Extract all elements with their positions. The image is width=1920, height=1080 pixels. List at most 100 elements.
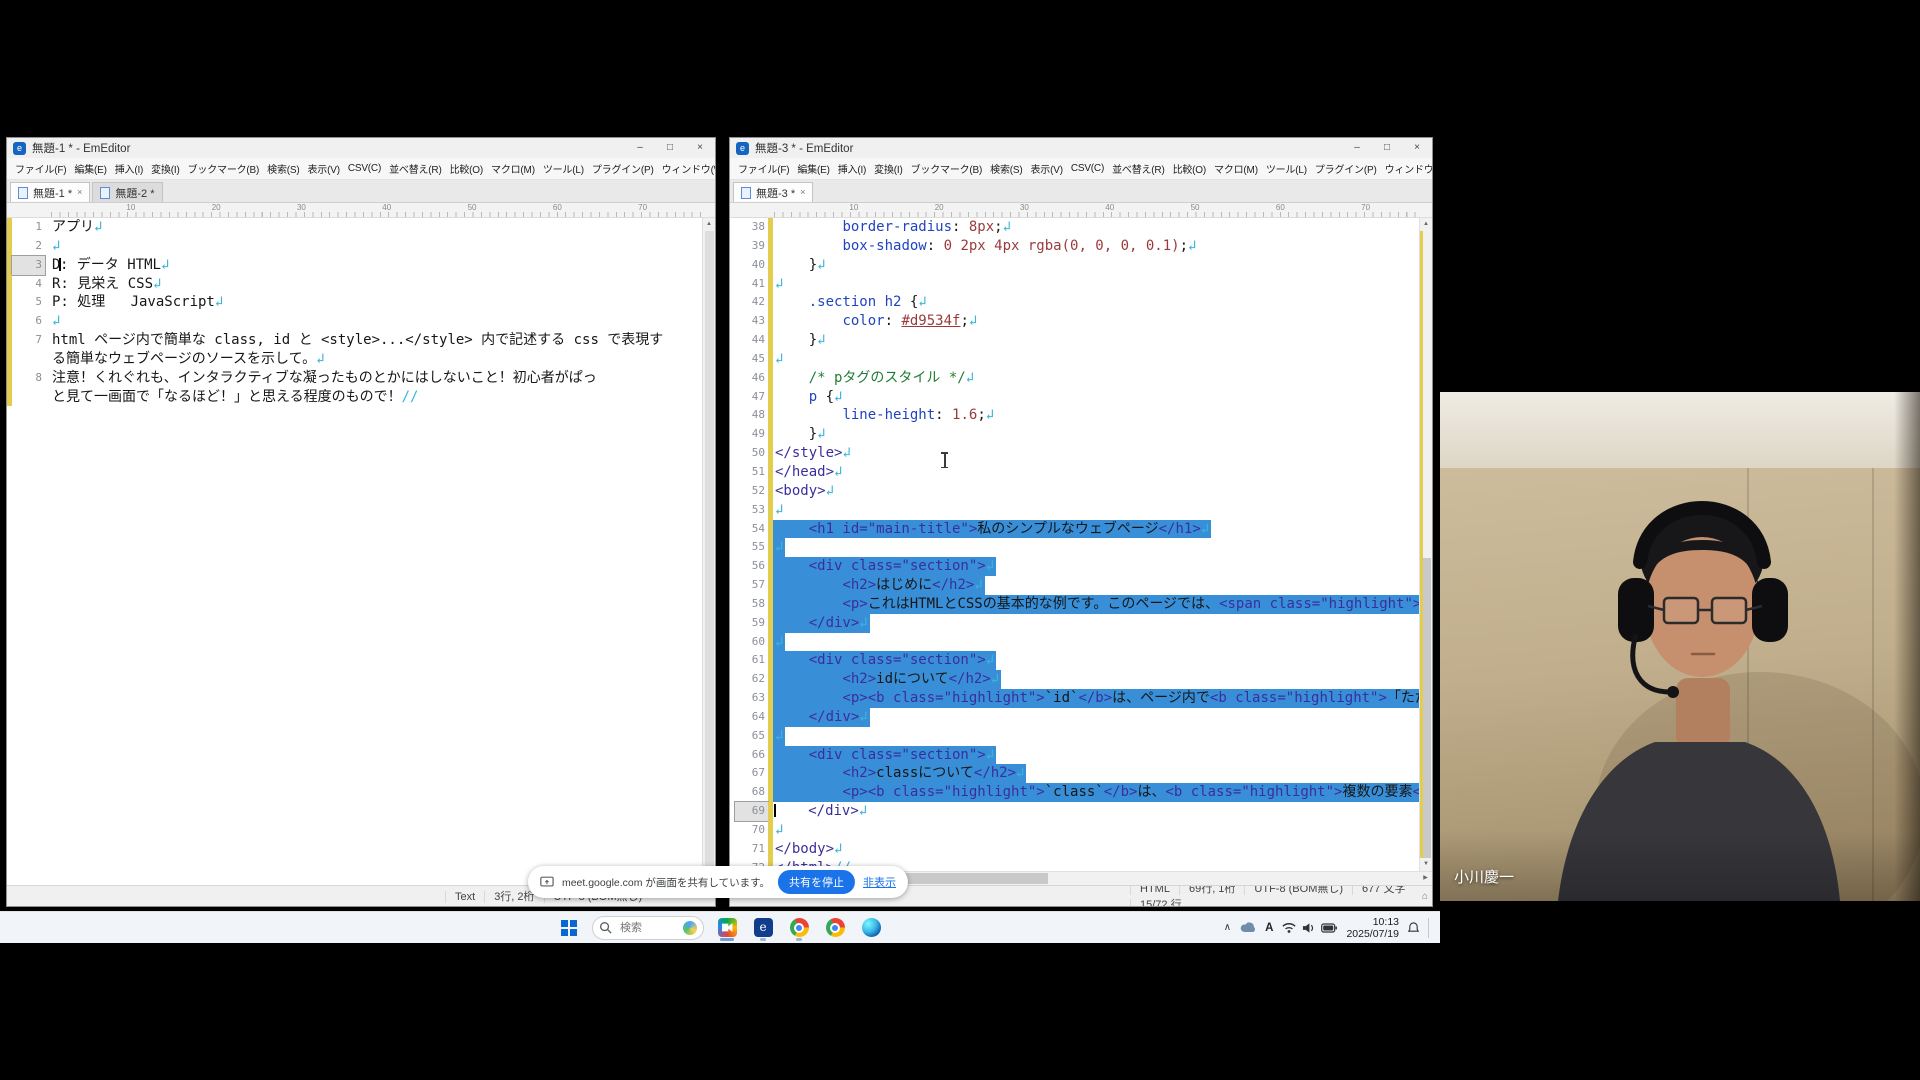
code-line[interactable]: 40 }↲ (730, 256, 1419, 275)
minimize-button[interactable]: – (1342, 138, 1372, 158)
menu-item[interactable]: ウィンドウ(W) (658, 161, 715, 176)
menu-item[interactable]: 検索(S) (986, 161, 1026, 176)
menu-item[interactable]: CSV(C) (1067, 163, 1108, 174)
code-line[interactable]: 60↲ (730, 633, 1419, 652)
menu-item[interactable]: マクロ(M) (487, 161, 539, 176)
ime-indicator[interactable]: A (1265, 922, 1273, 934)
menu-item[interactable]: 編集(E) (793, 161, 833, 176)
menu-item[interactable]: 表示(V) (1027, 161, 1067, 176)
scrollbar-thumb[interactable] (1423, 558, 1431, 858)
code-line[interactable]: 44 }↲ (730, 331, 1419, 350)
taskbar-clock[interactable]: 10:13 2025/07/19 (1346, 916, 1399, 940)
menu-item[interactable]: ブックマーク(B) (907, 161, 987, 176)
code-line[interactable]: 68 <p><b class="highlight">`class`</b>は、… (730, 783, 1419, 802)
code-line[interactable]: 59 </div>↲ (730, 614, 1419, 633)
code-line[interactable]: 49 }↲ (730, 425, 1419, 444)
code-line[interactable]: 71</body>↲ (730, 840, 1419, 859)
close-button[interactable]: × (1402, 138, 1432, 158)
code-line[interactable]: 57 <h2>はじめに</h2>↲ (730, 576, 1419, 595)
code-line[interactable]: 41↲ (730, 275, 1419, 294)
title-bar[interactable]: e 無題-3 * - EmEditor – □ × (730, 138, 1432, 158)
code-line[interactable]: 45↲ (730, 350, 1419, 369)
code-line[interactable]: 52<body>↲ (730, 482, 1419, 501)
code-line[interactable]: 38 border-radius: 8px;↲ (730, 218, 1419, 237)
menu-item[interactable]: 挿入(I) (834, 161, 870, 176)
code-line[interactable]: 51</head>↲ (730, 463, 1419, 482)
code-line[interactable]: 4R: 見栄え CSS↲ (7, 275, 702, 294)
menu-item[interactable]: 編集(E) (70, 161, 110, 176)
menu-item[interactable]: ツール(L) (1262, 161, 1311, 176)
menu-item[interactable]: 検索(S) (263, 161, 303, 176)
code-line[interactable]: 6↲ (7, 312, 702, 331)
hide-link[interactable]: 非表示 (863, 874, 896, 890)
vertical-scrollbar[interactable]: ▲ ▼ (1419, 218, 1432, 871)
menu-item[interactable]: 変換(I) (147, 161, 183, 176)
text-area[interactable]: 38 border-radius: 8px;↲39 box-shadow: 0 … (730, 218, 1419, 871)
menu-item[interactable]: プラグイン(P) (588, 161, 658, 176)
text-area[interactable]: 1アプリ↲2↲3D: データ HTML↲4R: 見栄え CSS↲5P: 処理 J… (7, 218, 702, 885)
code-line[interactable]: と見て一画面で「なるほど！」と思える程度のもので！// (7, 388, 702, 407)
code-line[interactable]: 8注意！くれぐれも、インタラクティブな凝ったものとかにはしないこと！初心者がぱっ (7, 369, 702, 388)
menu-item[interactable]: 並べ替え(R) (1108, 161, 1168, 176)
status-corner-icon[interactable]: ⌂ (1422, 891, 1432, 902)
menu-item[interactable]: 変換(I) (870, 161, 906, 176)
taskbar-app-chrome-2[interactable] (822, 915, 848, 941)
start-button[interactable] (556, 915, 582, 941)
code-line[interactable]: 42 .section h2 {↲ (730, 293, 1419, 312)
vertical-scrollbar[interactable]: ▲ ▼ (702, 218, 715, 885)
stop-sharing-button[interactable]: 共有を停止 (778, 870, 855, 894)
code-line[interactable]: 46 /* pタグのスタイル */↲ (730, 369, 1419, 388)
menu-item[interactable]: 比較(O) (446, 161, 487, 176)
code-line[interactable]: 65↲ (730, 727, 1419, 746)
tab-untitled2[interactable]: 無題-2 * (92, 182, 162, 202)
menu-item[interactable]: CSV(C) (344, 163, 385, 174)
code-line[interactable]: 66 <div class="section">↲ (730, 746, 1419, 765)
code-line[interactable]: 39 box-shadow: 0 2px 4px rgba(0, 0, 0, 0… (730, 237, 1419, 256)
code-line[interactable]: 56 <div class="section">↲ (730, 557, 1419, 576)
code-line[interactable]: 55↲ (730, 538, 1419, 557)
taskbar-app-edge[interactable] (858, 915, 884, 941)
scrollbar-thumb[interactable] (705, 231, 714, 872)
code-line[interactable]: 47 p {↲ (730, 388, 1419, 407)
scroll-up-arrow[interactable]: ▲ (1420, 218, 1432, 231)
tab-untitled3[interactable]: 無題-3 * × (733, 182, 813, 202)
editor-area[interactable]: 1アプリ↲2↲3D: データ HTML↲4R: 見栄え CSS↲5P: 処理 J… (7, 218, 715, 885)
menu-item[interactable]: 表示(V) (304, 161, 344, 176)
menu-item[interactable]: ファイル(F) (734, 161, 793, 176)
minimize-button[interactable]: – (625, 138, 655, 158)
scroll-up-arrow[interactable]: ▲ (703, 218, 715, 231)
menu-item[interactable]: ファイル(F) (11, 161, 70, 176)
code-line[interactable]: 64 </div>↲ (730, 708, 1419, 727)
menu-item[interactable]: 並べ替え(R) (385, 161, 445, 176)
scroll-right-arrow[interactable]: ▶ (1419, 872, 1432, 885)
system-tray-cluster[interactable] (1282, 922, 1337, 934)
code-line[interactable]: 61 <div class="section">↲ (730, 651, 1419, 670)
menu-item[interactable]: ウィンドウ(W) (1381, 161, 1432, 176)
code-line[interactable]: 69 </div>↲ (730, 802, 1419, 821)
search-input[interactable] (618, 921, 674, 935)
code-line[interactable]: 62 <h2>idについて</h2>↲ (730, 670, 1419, 689)
code-line[interactable]: 54 <h1 id="main-title">私のシンプルなウェブページ</h1… (730, 520, 1419, 539)
maximize-button[interactable]: □ (1372, 138, 1402, 158)
tray-chevron-icon[interactable]: ∧ (1224, 922, 1231, 933)
onedrive-cloud-icon[interactable] (1240, 922, 1256, 933)
tab-close-icon[interactable]: × (77, 188, 82, 197)
tab-untitled1[interactable]: 無題-1 * × (10, 182, 90, 202)
code-line[interactable]: 1アプリ↲ (7, 218, 702, 237)
code-line[interactable]: 70↲ (730, 821, 1419, 840)
close-button[interactable]: × (685, 138, 715, 158)
taskbar-app-chrome[interactable] (786, 915, 812, 941)
scroll-down-arrow[interactable]: ▼ (1420, 858, 1432, 871)
code-line[interactable]: 67 <h2>classについて</h2>↲ (730, 764, 1419, 783)
taskbar-app-meet[interactable] (714, 915, 740, 941)
title-bar[interactable]: e 無題-1 * - EmEditor – □ × (7, 138, 715, 158)
taskbar-app-emeditor[interactable]: e (750, 915, 776, 941)
menu-item[interactable]: 比較(O) (1169, 161, 1210, 176)
menu-item[interactable]: ブックマーク(B) (184, 161, 264, 176)
menu-item[interactable]: 挿入(I) (111, 161, 147, 176)
code-line[interactable]: 7html ページ内で簡単な class, id と <style>...</s… (7, 331, 702, 350)
menu-item[interactable]: ツール(L) (539, 161, 588, 176)
menu-item[interactable]: マクロ(M) (1210, 161, 1262, 176)
tab-close-icon[interactable]: × (800, 188, 805, 197)
maximize-button[interactable]: □ (655, 138, 685, 158)
